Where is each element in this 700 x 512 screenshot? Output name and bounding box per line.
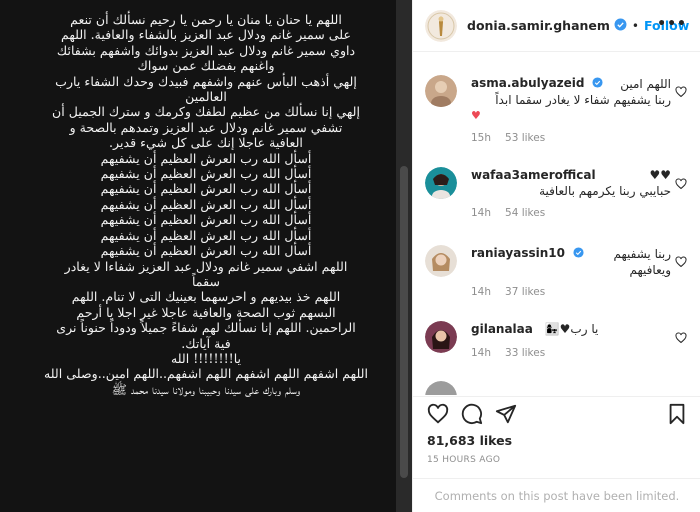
comment-likes[interactable]: 53 likes — [505, 132, 545, 144]
comment-meta: 14h 37 likes — [471, 284, 671, 300]
like-comment-heart-icon[interactable] — [675, 253, 687, 272]
verified-icon — [592, 76, 603, 92]
comment-username[interactable]: raniayassin10 — [471, 246, 565, 260]
comment-time[interactable]: 15h — [471, 132, 491, 144]
comment-meta: 14h 54 likes — [471, 205, 671, 221]
comment-time[interactable]: 14h — [471, 286, 491, 298]
comment-username[interactable]: wafaa3ameroffical — [471, 168, 596, 182]
post-side-panel: donia.samir.ghanem • Follow ••• asma.abu… — [412, 0, 700, 512]
bookmark-icon[interactable] — [667, 403, 687, 429]
author-avatar[interactable] — [425, 9, 457, 42]
comments-list: asma.abulyazeid اللهم امين ربنا يشفيهم ش… — [413, 53, 700, 395]
comment-time[interactable]: 14h — [471, 207, 491, 219]
comment-time[interactable]: 14h — [471, 347, 491, 359]
share-icon[interactable] — [495, 403, 517, 429]
comment-avatar[interactable] — [425, 75, 457, 107]
post-timestamp[interactable]: 15 HOURS AGO — [427, 455, 500, 465]
comments-limited-notice: Comments on this post have been limited. — [413, 478, 700, 512]
comment-username[interactable]: asma.abulyazeid — [471, 76, 585, 90]
comment-meta: 14h 33 likes — [471, 345, 671, 361]
comment-likes[interactable]: 54 likes — [505, 207, 545, 219]
comment-likes[interactable]: 33 likes — [505, 347, 545, 359]
post-text: اللهم يا حنان يا منان يا رحمن يا رحيم نس… — [44, 12, 368, 397]
scrollbar-thumb[interactable] — [400, 166, 408, 478]
comment-meta: 15h 53 likes — [471, 130, 671, 146]
more-icon[interactable]: ••• — [657, 16, 687, 32]
like-comment-heart-icon[interactable] — [675, 175, 687, 194]
comment-avatar[interactable] — [425, 321, 457, 353]
separator-dot: • — [631, 18, 639, 33]
comment-avatar[interactable] — [425, 245, 457, 277]
like-comment-heart-icon[interactable] — [675, 83, 687, 102]
author-username[interactable]: donia.samir.ghanem — [467, 18, 610, 33]
comment-icon[interactable] — [461, 403, 483, 429]
heart-icon[interactable] — [427, 403, 449, 429]
red-heart-emoji: ♥ — [471, 108, 481, 122]
comment-avatar[interactable] — [425, 167, 457, 199]
post-header: donia.samir.ghanem • Follow ••• — [413, 0, 700, 52]
comment-text: 👩‍👧♥يا رب — [544, 322, 599, 336]
verified-icon — [614, 16, 627, 35]
likes-count[interactable]: 81,683 likes — [427, 433, 512, 448]
image-scrollbar[interactable] — [396, 0, 412, 512]
post-image: اللهم يا حنان يا منان يا رحمن يا رحيم نس… — [0, 0, 412, 512]
verified-icon — [573, 246, 584, 262]
comment-avatar[interactable] — [425, 381, 457, 395]
like-comment-heart-icon[interactable] — [675, 329, 687, 348]
comment-username[interactable]: gilanalaa — [471, 322, 533, 336]
comment-likes[interactable]: 37 likes — [505, 286, 545, 298]
